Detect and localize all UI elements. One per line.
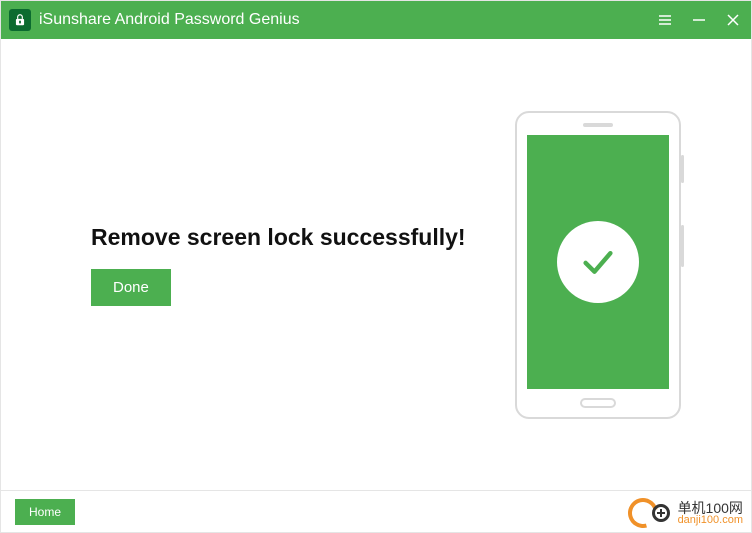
- app-lock-icon: [9, 9, 31, 31]
- watermark-text-1: 单机100网: [678, 501, 743, 515]
- window-controls: [657, 12, 741, 28]
- titlebar: iSunshare Android Password Genius: [1, 1, 751, 39]
- home-button[interactable]: Home: [15, 499, 75, 525]
- menu-icon[interactable]: [657, 12, 673, 28]
- main-content: Remove screen lock successfully! Done: [1, 39, 751, 490]
- watermark-icon: [628, 498, 672, 528]
- watermark-logo: 单机100网 danji100.com: [628, 498, 743, 528]
- checkmark-icon: [557, 221, 639, 303]
- phone-illustration: [515, 111, 681, 419]
- app-title: iSunshare Android Password Genius: [39, 11, 300, 29]
- success-headline: Remove screen lock successfully!: [91, 224, 466, 251]
- minimize-icon[interactable]: [691, 12, 707, 28]
- watermark-text-2: danji100.com: [678, 515, 743, 526]
- done-button[interactable]: Done: [91, 269, 171, 306]
- close-icon[interactable]: [725, 12, 741, 28]
